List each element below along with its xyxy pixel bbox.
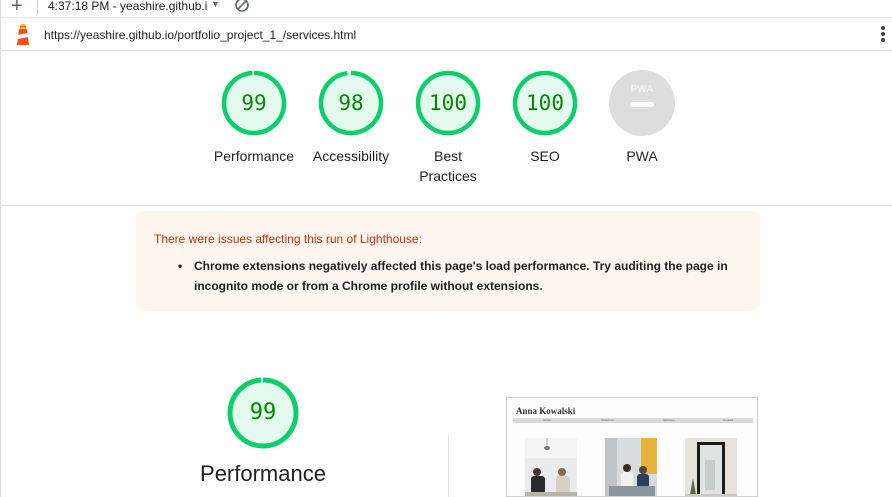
score-value: 99 bbox=[241, 91, 267, 115]
warning-title: There were issues affecting this run of … bbox=[154, 232, 422, 246]
gauge-performance[interactable]: 99 Performance bbox=[204, 70, 304, 166]
pwa-badge-text: PWA bbox=[631, 84, 654, 95]
warning-item: Chrome extensions negatively affected th… bbox=[194, 259, 728, 293]
thumbnail-photo-3 bbox=[685, 438, 737, 496]
block-icon[interactable] bbox=[234, 0, 250, 13]
gauge-ring: 99 bbox=[221, 70, 287, 136]
pwa-icon: PWA bbox=[609, 70, 675, 136]
bullet-icon: • bbox=[178, 259, 183, 273]
warning-box: There were issues affecting this run of … bbox=[136, 211, 760, 311]
gauge-pwa[interactable]: PWA PWA bbox=[592, 70, 692, 166]
performance-score-value: 99 bbox=[249, 400, 277, 425]
gauge-ring: 98 bbox=[318, 70, 384, 136]
thumbnail-site-name: Anna Kowalski bbox=[516, 406, 576, 416]
score-value: 100 bbox=[526, 91, 564, 115]
final-screenshot-thumbnail[interactable]: Anna Kowalski Home About me Services Con… bbox=[506, 397, 758, 497]
lighthouse-report: + 4:37:18 PM - yeashire.github.io ▼ http… bbox=[0, 0, 892, 497]
score-value: 100 bbox=[429, 91, 467, 115]
score-label: PWA bbox=[626, 148, 658, 164]
gauge-ring: 100 bbox=[512, 70, 578, 136]
kebab-menu-icon[interactable] bbox=[880, 26, 886, 44]
devtools-toolbar: + 4:37:18 PM - yeashire.github.io ▼ bbox=[1, 0, 892, 18]
thumbnail-photo-1 bbox=[525, 438, 577, 496]
new-report-button[interactable]: + bbox=[11, 0, 23, 16]
gauge-seo[interactable]: 100 SEO bbox=[495, 70, 595, 166]
gauge-ring: 100 bbox=[415, 70, 481, 136]
performance-heading: Performance bbox=[200, 461, 326, 486]
thumbnail-nav: Home About me Services Contact bbox=[513, 418, 753, 423]
thumbnail-nav-item: About me bbox=[601, 418, 614, 422]
report-url-bar: https://yeashire.github.io/portfolio_pro… bbox=[1, 19, 892, 51]
score-label: Best Practices bbox=[419, 148, 477, 184]
thumbnail-nav-item: Services bbox=[663, 418, 675, 422]
report-selector[interactable]: 4:37:18 PM - yeashire.github.io bbox=[48, 0, 208, 13]
score-label: SEO bbox=[530, 148, 560, 164]
score-value: 98 bbox=[338, 91, 364, 115]
chevron-down-icon[interactable]: ▼ bbox=[211, 0, 220, 9]
section-divider bbox=[1, 205, 892, 206]
score-label: Accessibility bbox=[312, 148, 390, 164]
vertical-divider bbox=[448, 434, 449, 497]
pwa-badge: PWA bbox=[609, 70, 675, 136]
thumbnail-nav-item: Contact bbox=[723, 418, 734, 422]
score-label: Performance bbox=[213, 148, 295, 164]
gauge-accessibility[interactable]: 98 Accessibility bbox=[301, 70, 401, 166]
gauge-best-practices[interactable]: 100 Best Practices bbox=[398, 70, 498, 186]
audited-url-link[interactable]: https://yeashire.github.io/portfolio_pro… bbox=[44, 28, 356, 42]
toolbar-separator bbox=[37, 0, 38, 14]
thumbnail-nav-item: Home bbox=[543, 418, 552, 422]
lighthouse-icon bbox=[17, 24, 29, 45]
thumbnail-photo-2 bbox=[605, 438, 657, 496]
